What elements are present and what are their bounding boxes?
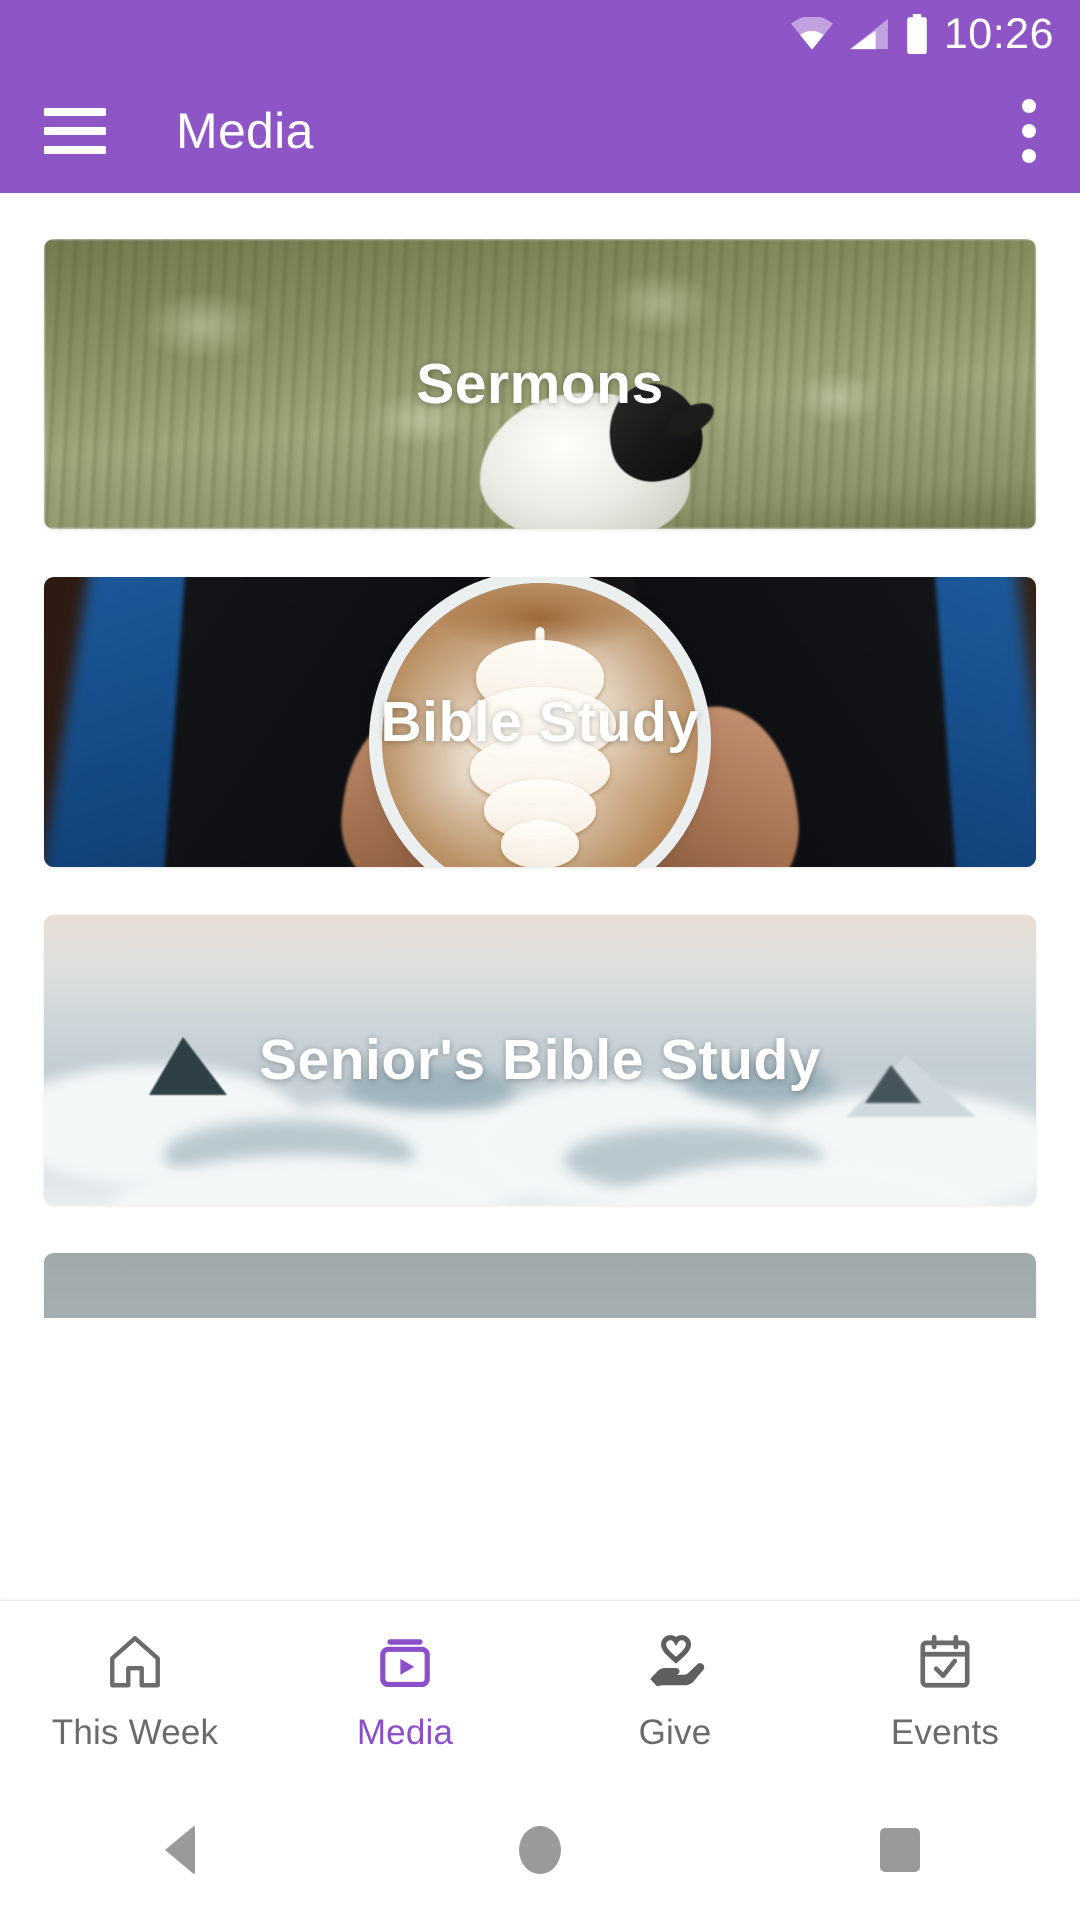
media-card-title: Sermons [416, 352, 664, 416]
media-card-partial[interactable] [44, 1253, 1036, 1318]
latte-art-leaf [501, 819, 579, 867]
nav-label: Events [890, 1713, 1000, 1752]
nav-item-media[interactable]: Media [270, 1627, 540, 1753]
android-system-navigation [0, 1780, 1080, 1920]
home-icon [100, 1627, 170, 1697]
partial-card-image [44, 1253, 1036, 1318]
nav-label: This Week [51, 1713, 219, 1752]
recents-square-icon[interactable] [840, 1810, 960, 1890]
hamburger-menu-icon[interactable] [44, 107, 106, 154]
page-title: Media [176, 102, 314, 159]
battery-icon [904, 14, 930, 54]
overflow-menu-icon[interactable] [1022, 98, 1036, 163]
calendar-check-icon [910, 1627, 980, 1697]
media-card-bible-study[interactable]: Bible Study [44, 577, 1036, 867]
media-card-title: Senior's Bible Study [259, 1028, 821, 1092]
media-card-sermons[interactable]: Sermons [44, 239, 1036, 529]
status-bar-clock: 10:26 [943, 9, 1054, 58]
status-bar: 10:26 [0, 0, 1080, 68]
nav-item-give[interactable]: Give [540, 1627, 810, 1753]
home-circle-icon[interactable] [480, 1810, 600, 1890]
back-triangle-icon[interactable] [120, 1810, 240, 1890]
mountain-peak-right-dark [865, 1065, 921, 1103]
cellular-signal-icon [848, 17, 890, 51]
app-screen: 10:26 Media Sermons Bible Study Senior's… [0, 0, 1080, 1920]
media-card-seniors-bible-study[interactable]: Senior's Bible Study [44, 915, 1036, 1205]
media-card-title: Bible Study [380, 690, 700, 754]
app-bar: Media [0, 68, 1080, 193]
bottom-navigation-bar: This Week Media Give Events [0, 1600, 1080, 1780]
wifi-icon [790, 17, 834, 51]
hand-heart-icon [640, 1627, 710, 1697]
media-card-list[interactable]: Sermons Bible Study Senior's Bible Study [0, 193, 1080, 1318]
nav-label: Media [356, 1713, 454, 1752]
video-library-icon [370, 1627, 440, 1697]
nav-item-this-week[interactable]: This Week [0, 1627, 270, 1753]
mountain-peak-left [149, 1037, 227, 1095]
nav-label: Give [638, 1713, 712, 1752]
nav-item-events[interactable]: Events [810, 1627, 1080, 1753]
